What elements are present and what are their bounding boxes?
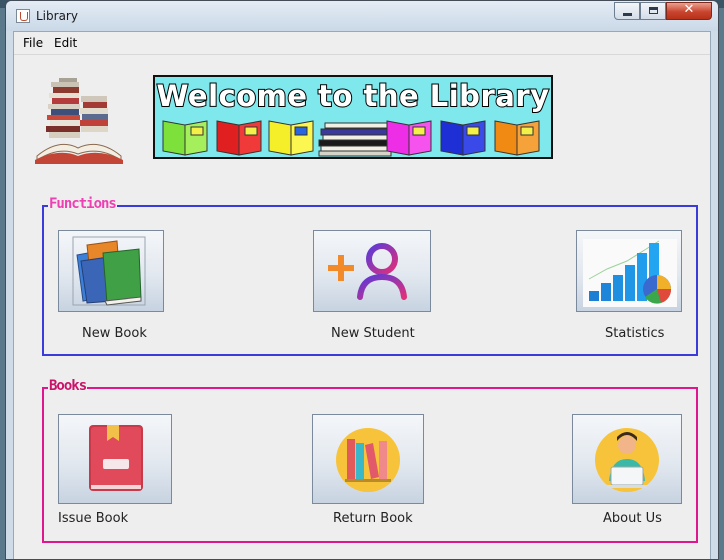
new-book-label: New Book bbox=[82, 326, 147, 341]
window-title: Library bbox=[36, 9, 78, 23]
menu-edit[interactable]: Edit bbox=[54, 36, 77, 50]
issue-book-button[interactable] bbox=[58, 414, 172, 504]
functions-group-title: Functions bbox=[48, 196, 117, 212]
banner-books-drawing bbox=[162, 120, 540, 157]
new-student-button[interactable] bbox=[313, 230, 431, 312]
menu-file[interactable]: File bbox=[23, 36, 43, 50]
title-bar[interactable]: Library ✕ bbox=[6, 1, 718, 31]
maximize-icon bbox=[649, 7, 658, 14]
book-stack-image bbox=[35, 78, 123, 164]
menu-bar: File Edit bbox=[14, 32, 710, 55]
chart-icon bbox=[583, 239, 677, 307]
java-app-icon bbox=[16, 9, 30, 23]
return-book-label: Return Book bbox=[333, 511, 413, 526]
add-user-icon bbox=[328, 243, 407, 300]
book-stack-drawing bbox=[35, 78, 123, 164]
banner-title: Welcome to the Library bbox=[155, 78, 550, 114]
close-button[interactable]: ✕ bbox=[666, 2, 712, 20]
minimize-button[interactable] bbox=[614, 2, 640, 20]
about-us-label: About Us bbox=[603, 511, 662, 526]
books-group-title: Books bbox=[48, 378, 87, 394]
about-us-button[interactable] bbox=[572, 414, 682, 504]
bookshelf-icon bbox=[336, 428, 400, 492]
maximize-button[interactable] bbox=[640, 2, 666, 20]
statistics-button[interactable] bbox=[576, 230, 682, 312]
issue-book-label: Issue Book bbox=[58, 511, 129, 526]
new-student-label: New Student bbox=[331, 326, 415, 341]
app-window: Library ✕ File Edit Welcome to the Libra… bbox=[5, 0, 719, 560]
content-pane: File Edit Welcome to the Library Functio… bbox=[13, 31, 711, 559]
statistics-label: Statistics bbox=[605, 326, 665, 341]
user-laptop-icon bbox=[595, 428, 659, 492]
return-book-button[interactable] bbox=[312, 414, 424, 504]
books-icon bbox=[72, 236, 146, 306]
book-bookmark-icon bbox=[89, 425, 143, 491]
new-book-button[interactable] bbox=[58, 230, 164, 312]
welcome-banner: Welcome to the Library bbox=[153, 75, 553, 159]
banner-books-image bbox=[162, 120, 540, 157]
close-icon: ✕ bbox=[683, 2, 695, 17]
minimize-icon bbox=[623, 13, 632, 16]
